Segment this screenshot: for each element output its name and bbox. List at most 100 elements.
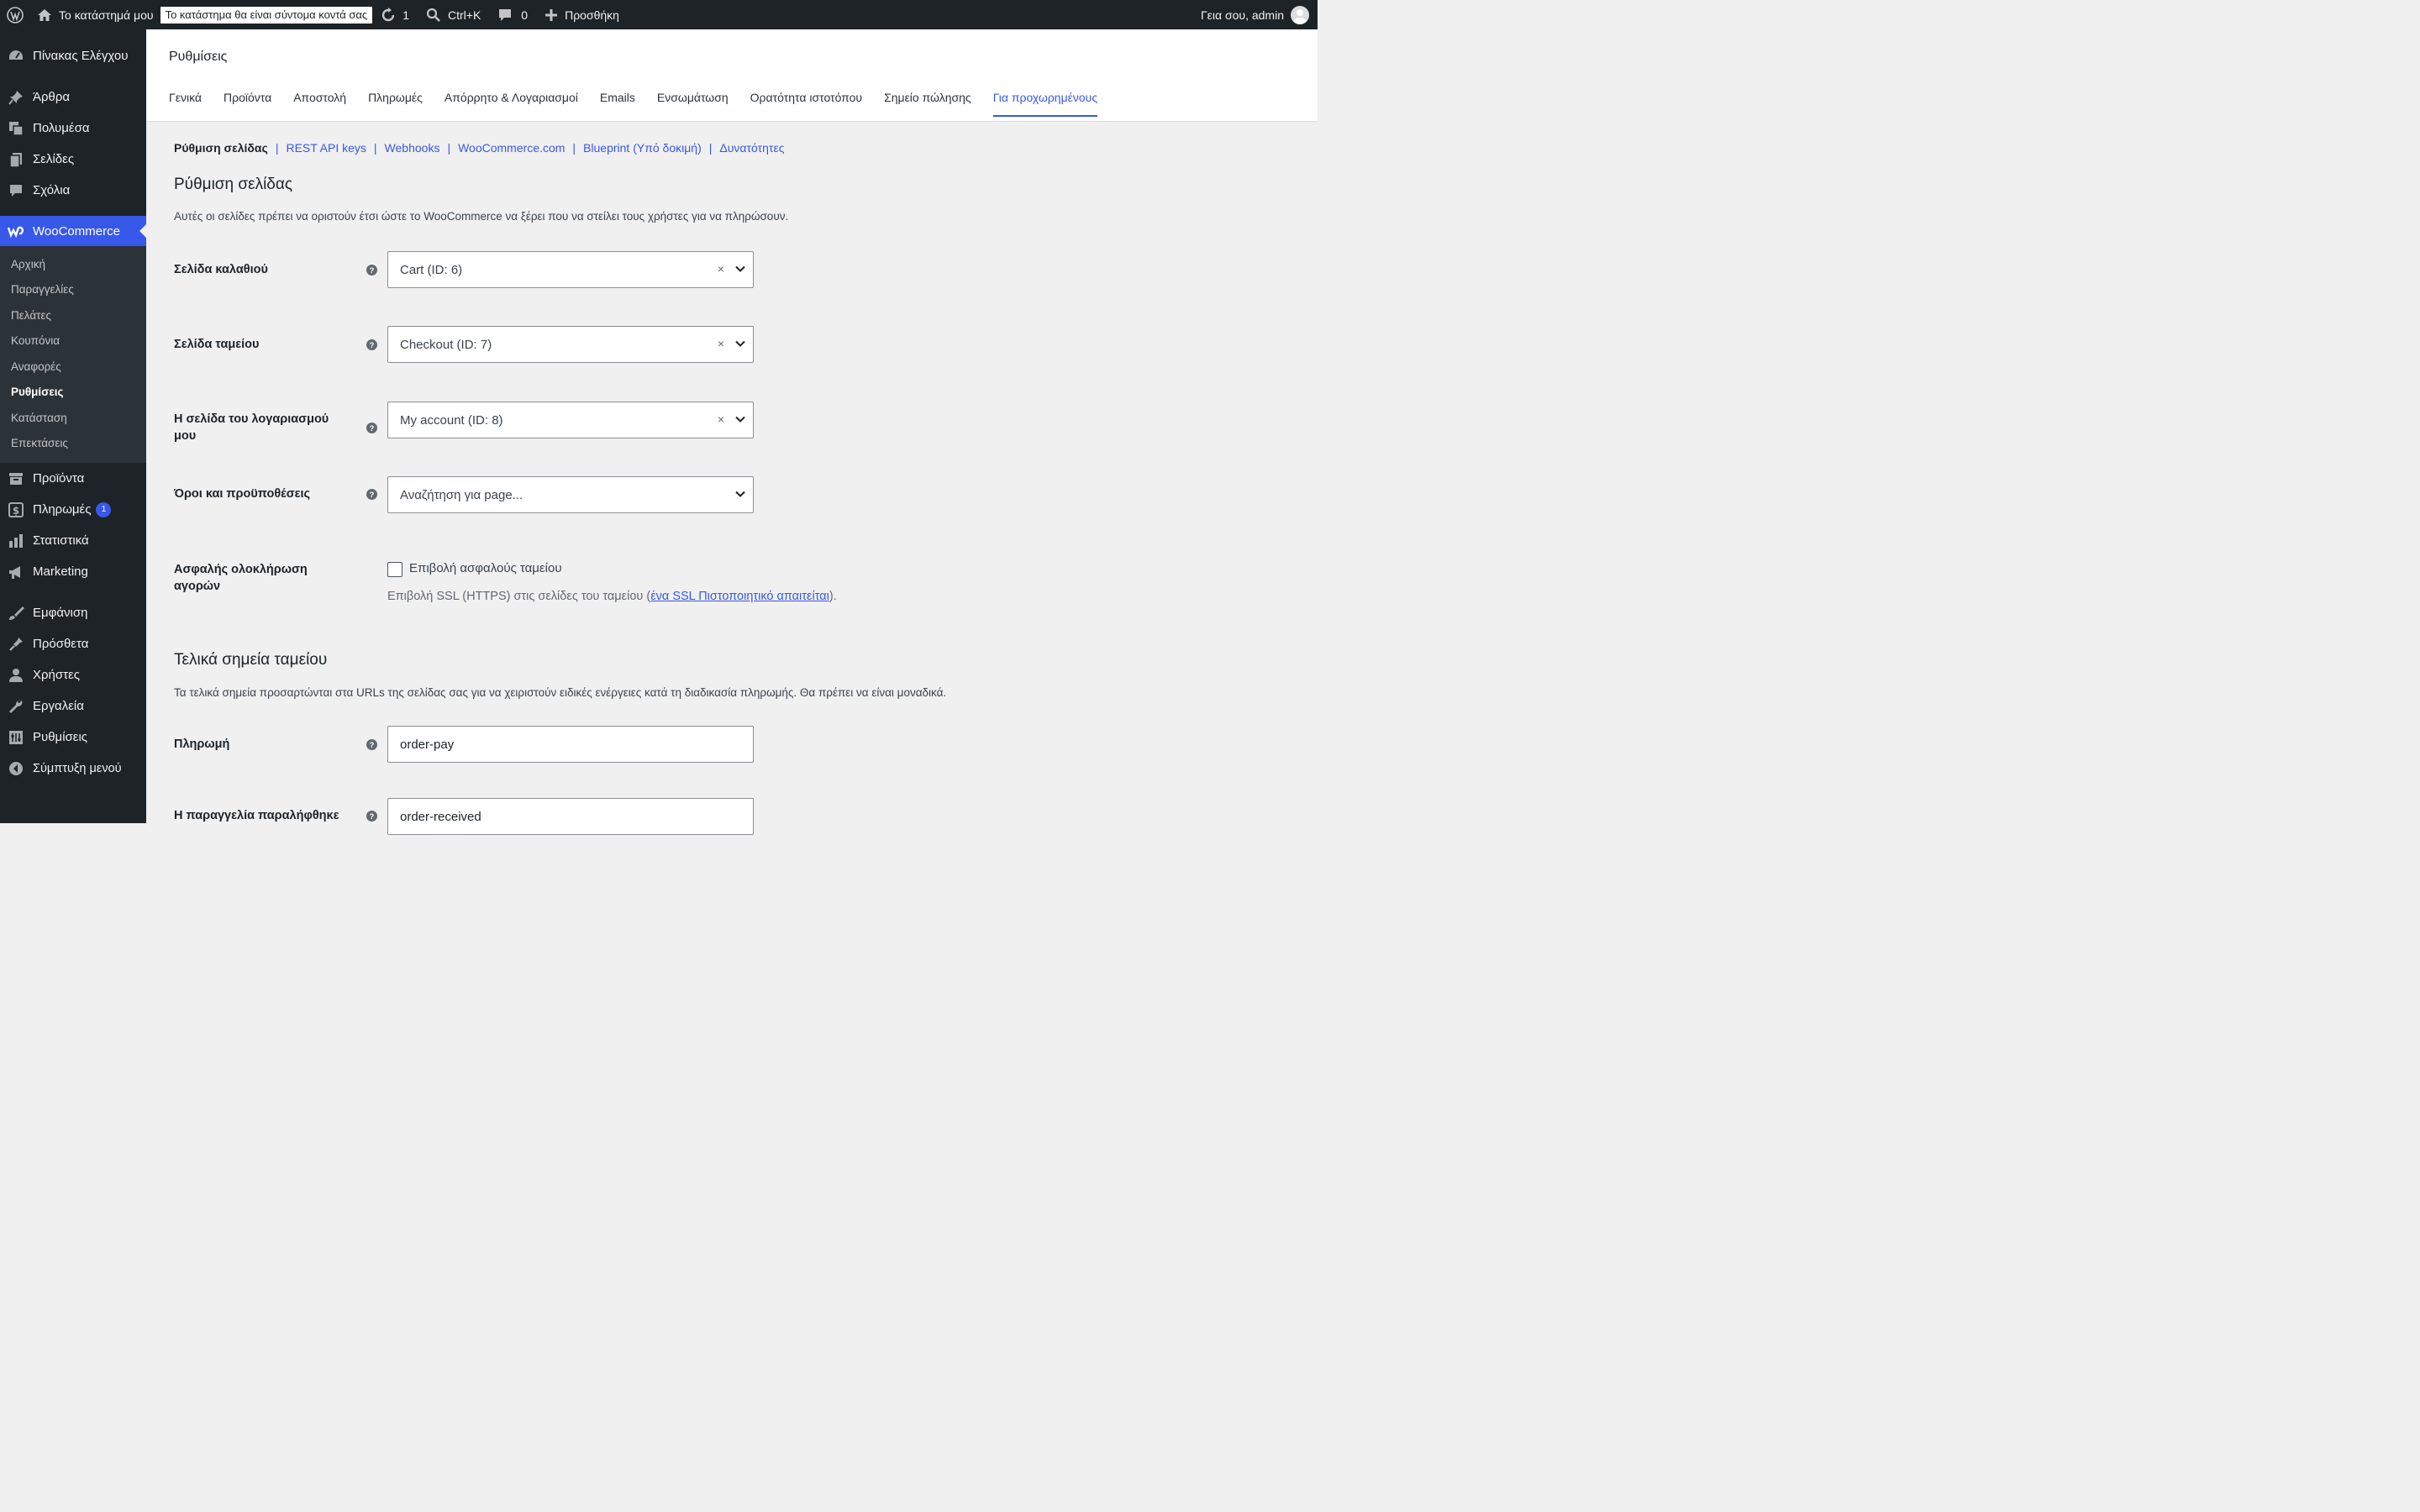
- collapse-menu-button[interactable]: Σύμπτυξη μενού: [0, 753, 146, 784]
- help-icon[interactable]: ?: [366, 739, 377, 750]
- pay-endpoint-input[interactable]: order-pay: [387, 726, 754, 763]
- menu-settings[interactable]: Ρυθμίσεις: [0, 722, 146, 753]
- menu-appearance[interactable]: Εμφάνιση: [0, 597, 146, 628]
- tab-advanced[interactable]: Για προχωρημένους: [992, 91, 1098, 117]
- menu-woocommerce[interactable]: WooCommerce: [0, 216, 146, 246]
- menu-payments[interactable]: $ Πληρωμές 1: [0, 494, 146, 525]
- submenu-orders[interactable]: Παραγγελίες: [0, 277, 146, 303]
- new-content-link[interactable]: Προσθήκη: [538, 0, 626, 29]
- tab-accounts-privacy[interactable]: Απόρρητο & Λογαριασμοί: [445, 91, 578, 117]
- plugin-icon: [8, 636, 24, 653]
- search-icon: [426, 8, 441, 23]
- force-ssl-label[interactable]: Επιβολή ασφαλούς ταμείου: [409, 561, 562, 575]
- main-content: Ρυθμίσεις Γενικά Προϊόντα Αποστολή Πληρω…: [146, 29, 1318, 835]
- menu-comments[interactable]: Σχόλια: [0, 175, 146, 206]
- payments-icon: $: [8, 501, 24, 518]
- cart-page-value: Cart (ID: 6): [400, 262, 463, 277]
- menu-users[interactable]: Χρήστες: [0, 659, 146, 690]
- greeting: Γεια σου, admin: [1200, 8, 1284, 22]
- subsection-blueprint[interactable]: Blueprint (Υπό δοκιμή): [583, 141, 702, 155]
- clear-icon[interactable]: ×: [718, 337, 724, 350]
- comment-icon: [8, 182, 24, 199]
- order-received-endpoint-input[interactable]: order-received: [387, 798, 754, 835]
- page-setup-heading: Ρύθμιση σελίδας: [174, 176, 293, 193]
- submenu-status[interactable]: Κατάσταση: [0, 405, 146, 431]
- cart-page-label: Σελίδα καλαθιού: [174, 263, 268, 276]
- tab-products[interactable]: Προϊόντα: [224, 91, 271, 117]
- separator: |: [373, 141, 377, 155]
- page-title: Ρυθμίσεις: [169, 50, 228, 64]
- menu-products[interactable]: Προϊόντα: [0, 463, 146, 494]
- subsection-rest-api[interactable]: REST API keys: [286, 141, 366, 155]
- separator: |: [708, 141, 713, 155]
- tab-general[interactable]: Γενικά: [169, 91, 202, 117]
- advanced-subsections: Ρύθμιση σελίδας | REST API keys | Webhoo…: [174, 141, 784, 155]
- admin-bar: Το κατάστημά μου Το κατάστημα θα είναι σ…: [0, 0, 1318, 29]
- updates-link[interactable]: 1: [374, 0, 416, 29]
- help-icon[interactable]: ?: [366, 489, 377, 500]
- force-ssl-checkbox[interactable]: [387, 562, 402, 577]
- tab-payments[interactable]: Πληρωμές: [368, 91, 423, 117]
- media-icon: [8, 120, 24, 137]
- help-icon[interactable]: ?: [366, 423, 377, 433]
- menu-plugins[interactable]: Πρόσθετα: [0, 628, 146, 659]
- wordpress-logo-icon[interactable]: [0, 0, 30, 29]
- menu-tools[interactable]: Εργαλεία: [0, 690, 146, 722]
- site-name-link[interactable]: Το κατάστημά μου: [30, 0, 160, 29]
- menu-pages[interactable]: Σελίδες: [0, 144, 146, 175]
- settings-sliders-icon: [8, 729, 24, 746]
- subsection-webhooks[interactable]: Webhooks: [385, 141, 440, 155]
- submenu-coupons[interactable]: Κουπόνια: [0, 328, 146, 354]
- subsection-page-setup[interactable]: Ρύθμιση σελίδας: [174, 141, 268, 155]
- terms-page-select[interactable]: Αναζήτηση για page...: [387, 476, 754, 513]
- tab-point-of-sale[interactable]: Σημείο πώλησης: [884, 91, 971, 117]
- user-icon: [8, 667, 24, 684]
- my-account-link[interactable]: Γεια σου, admin: [1201, 0, 1309, 29]
- submenu-home[interactable]: Αρχική: [0, 251, 146, 277]
- menu-analytics[interactable]: Στατιστικά: [0, 525, 146, 556]
- tab-site-visibility[interactable]: Ορατότητα ιστοτόπου: [750, 91, 862, 117]
- avatar: [1291, 5, 1309, 24]
- settings-tabs: Γενικά Προϊόντα Αποστολή Πληρωμές Απόρρη…: [169, 91, 1119, 117]
- submenu-settings[interactable]: Ρυθμίσεις: [0, 380, 146, 406]
- help-icon[interactable]: ?: [366, 811, 377, 822]
- my-account-page-select[interactable]: My account (ID: 8) ×: [387, 402, 754, 438]
- my-account-page-value: My account (ID: 8): [400, 412, 503, 428]
- clear-icon[interactable]: ×: [718, 412, 724, 426]
- menu-dashboard[interactable]: Πίνακας Ελέγχου: [0, 40, 146, 71]
- ssl-description: Επιβολή SSL (HTTPS) στις σελίδες του ταμ…: [387, 590, 837, 603]
- submenu-extensions[interactable]: Επεκτάσεις: [0, 431, 146, 457]
- admin-sidebar: Πίνακας Ελέγχου Άρθρα Πολυμέσα Σελίδες Σ…: [0, 29, 146, 823]
- help-icon[interactable]: ?: [366, 265, 377, 276]
- dashboard-icon: [8, 48, 24, 65]
- tab-emails[interactable]: Emails: [600, 91, 635, 117]
- pay-endpoint-label: Πληρωμή: [174, 738, 230, 751]
- checkout-page-select[interactable]: Checkout (ID: 7) ×: [387, 326, 754, 363]
- new-label: Προσθήκη: [565, 8, 619, 22]
- maintenance-notice[interactable]: Το κατάστημα θα είναι σύντομα κοντά σας: [160, 6, 373, 24]
- cart-page-select[interactable]: Cart (ID: 6) ×: [387, 251, 754, 288]
- clear-icon[interactable]: ×: [718, 262, 724, 276]
- ssl-certificate-link[interactable]: ένα SSL Πιστοποιητικό απαιτείται: [650, 590, 829, 603]
- menu-marketing[interactable]: Marketing: [0, 556, 146, 587]
- help-icon[interactable]: ?: [366, 339, 377, 350]
- secure-checkout-label: Ασφαλής ολοκλήρωση αγορών: [174, 563, 308, 593]
- subsection-features[interactable]: Δυνατότητες: [719, 141, 784, 155]
- submenu-reports[interactable]: Αναφορές: [0, 354, 146, 380]
- tab-integration[interactable]: Ενσωμάτωση: [657, 91, 729, 117]
- updates-count: 1: [402, 8, 409, 22]
- comments-link[interactable]: 0: [491, 0, 534, 29]
- subsection-woocommerce-com[interactable]: WooCommerce.com: [458, 141, 565, 155]
- tab-shipping[interactable]: Αποστολή: [293, 91, 346, 117]
- my-account-page-label: Η σελίδα του λογαριασμού μου: [174, 412, 329, 443]
- menu-media[interactable]: Πολυμέσα: [0, 113, 146, 144]
- menu-posts[interactable]: Άρθρα: [0, 81, 146, 113]
- command-palette-link[interactable]: Ctrl+K: [419, 0, 487, 29]
- separator: |: [275, 141, 279, 155]
- checkout-endpoints-description: Τα τελικά σημεία προσαρτώνται στα URLs τ…: [174, 686, 947, 699]
- brush-icon: [8, 605, 24, 622]
- separator: |: [447, 141, 451, 155]
- submenu-customers[interactable]: Πελάτες: [0, 302, 146, 328]
- comment-icon: [497, 8, 513, 23]
- collapse-icon: [8, 760, 24, 777]
